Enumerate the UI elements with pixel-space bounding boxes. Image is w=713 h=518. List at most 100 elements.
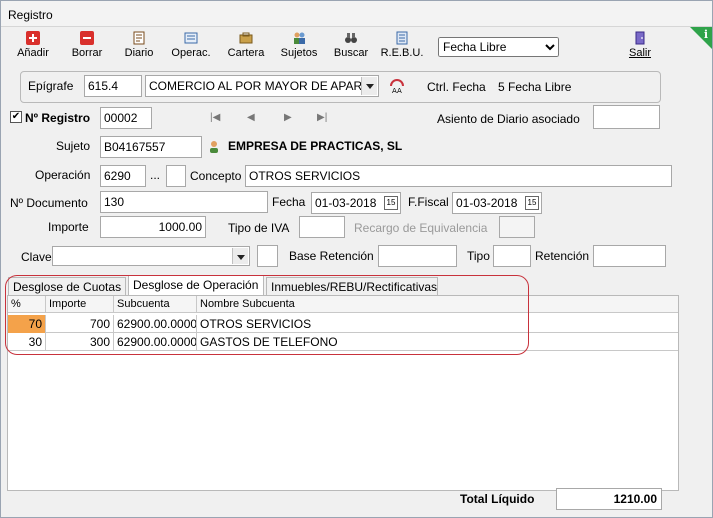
nav-prev-icon[interactable]: ◀ — [247, 112, 255, 123]
epigrafe-label: Epígrafe — [28, 79, 74, 93]
ffiscal-input[interactable]: 01-03-2018 15 — [452, 192, 542, 214]
rebu-button[interactable]: R.E.B.U. — [380, 31, 424, 65]
row-nombre-subcuenta[interactable]: GASTOS DE TELEFONO — [197, 333, 678, 351]
tab-desglose-cuotas[interactable]: Desglose de Cuotas — [8, 277, 126, 295]
desglose-grid: % Importe Subcuenta Nombre Subcuenta 70 … — [7, 295, 679, 491]
registro-window: Registro i Añadir Borrar Diario Operac. … — [0, 0, 713, 518]
anadir-label: Añadir — [17, 47, 49, 59]
asiento-input[interactable] — [593, 105, 660, 129]
tab-inmuebles-rebu[interactable]: Inmuebles/REBU/Rectificativas — [266, 277, 438, 295]
journal-icon — [133, 31, 145, 45]
tipo-input[interactable] — [493, 245, 531, 267]
tipo-iva-label: Tipo de IVA — [228, 221, 290, 235]
date-control-icon[interactable]: AA — [388, 77, 406, 95]
clave-combo[interactable] — [52, 246, 250, 266]
grid-header: % Importe Subcuenta Nombre Subcuenta — [8, 296, 678, 313]
delete-icon — [80, 31, 94, 45]
registro-input[interactable]: 00002 — [100, 107, 152, 129]
base-retencion-input[interactable] — [378, 245, 457, 267]
cartera-button[interactable]: Cartera — [226, 31, 266, 65]
salir-label: Salir — [628, 47, 651, 59]
importe-label: Importe — [48, 220, 89, 234]
buscar-button[interactable]: Buscar — [332, 31, 370, 65]
retencion-input[interactable] — [593, 245, 666, 267]
chevron-down-icon[interactable] — [361, 77, 377, 95]
svg-text:AA: AA — [392, 87, 402, 95]
exit-door-icon — [635, 31, 645, 45]
clave-extra-input[interactable] — [257, 245, 278, 267]
concepto-label: Concepto — [190, 169, 242, 183]
header-subcuenta[interactable]: Subcuenta — [114, 296, 197, 313]
epigrafe-code-input[interactable]: 615.4 — [84, 75, 142, 97]
epigrafe-description-value: COMERCIO AL POR MAYOR DE APARAT — [149, 79, 377, 93]
total-liquido-value: 1210.00 — [556, 488, 662, 510]
nav-last-icon[interactable]: ▶| — [317, 112, 327, 123]
fecha-value: 01-03-2018 — [315, 196, 377, 210]
person-icon[interactable] — [207, 140, 221, 154]
add-icon — [26, 31, 40, 45]
row-importe[interactable]: 300 — [46, 333, 114, 351]
people-icon — [294, 32, 305, 44]
anadir-button[interactable]: Añadir — [15, 31, 51, 65]
total-liquido-label: Total Líquido — [460, 492, 535, 506]
epigrafe-description-combo[interactable]: COMERCIO AL POR MAYOR DE APARAT — [145, 75, 379, 97]
retencion-label: Retención — [535, 249, 590, 263]
table-row[interactable]: 30 300 62900.00.00001 GASTOS DE TELEFONO — [8, 333, 678, 351]
ffiscal-value: 01-03-2018 — [456, 196, 518, 210]
row-percent[interactable]: 70 — [8, 315, 46, 333]
buscar-label: Buscar — [333, 47, 369, 59]
diario-button[interactable]: Diario — [121, 31, 157, 65]
chevron-down-icon[interactable] — [232, 248, 248, 264]
ffiscal-label: F.Fiscal — [408, 195, 449, 209]
table-row[interactable]: 70 700 62900.00.00000 OTROS SERVICIOS — [8, 315, 678, 333]
wallet-icon — [239, 32, 253, 44]
row-subcuenta[interactable]: 62900.00.00000 — [114, 315, 197, 333]
row-subcuenta[interactable]: 62900.00.00001 — [114, 333, 197, 351]
nav-first-icon[interactable]: |◀ — [210, 112, 220, 123]
sujeto-code-input[interactable]: B04167557 — [100, 136, 202, 158]
borrar-button[interactable]: Borrar — [69, 31, 105, 65]
operacion-input[interactable]: 6290 — [100, 165, 146, 187]
calendar-icon[interactable]: 15 — [384, 196, 398, 210]
fecha-input[interactable]: 01-03-2018 15 — [311, 192, 401, 214]
operacion-extra-input[interactable] — [166, 165, 186, 187]
operac-button[interactable]: Operac. — [171, 31, 211, 65]
registro-label: Nº Registro — [25, 111, 91, 125]
window-title: Registro — [8, 8, 53, 22]
ctrl-fecha-value: 5 Fecha Libre — [498, 80, 572, 94]
header-nombre-subcuenta[interactable]: Nombre Subcuenta — [197, 296, 678, 313]
header-percent[interactable]: % — [8, 296, 46, 313]
operac-label: Operac. — [171, 47, 211, 59]
rebu-label: R.E.B.U. — [380, 47, 424, 59]
operacion-label: Operación — [35, 168, 91, 182]
documento-label: Nº Documento — [10, 196, 88, 210]
header-importe[interactable]: Importe — [46, 296, 114, 313]
rebu-icon — [396, 31, 408, 45]
calendar-icon[interactable]: 15 — [525, 196, 539, 210]
ctrl-fecha-label: Ctrl. Fecha — [427, 80, 486, 94]
sujeto-name: EMPRESA DE PRACTICAS, SL — [228, 139, 403, 153]
row-importe[interactable]: 700 — [46, 315, 114, 333]
documento-input[interactable]: 130 — [100, 191, 268, 213]
salir-button[interactable]: Salir — [625, 31, 655, 65]
registro-checkbox[interactable]: ✔ — [10, 111, 22, 123]
borrar-label: Borrar — [71, 47, 103, 59]
row-nombre-subcuenta[interactable]: OTROS SERVICIOS — [197, 315, 678, 333]
row-percent[interactable]: 30 — [8, 333, 46, 351]
asiento-label: Asiento de Diario asociado — [437, 112, 580, 126]
nav-next-icon[interactable]: ▶ — [284, 112, 292, 123]
importe-input[interactable]: 1000.00 — [100, 216, 206, 238]
operacion-lookup-button[interactable]: ... — [150, 168, 160, 182]
fecha-label: Fecha — [272, 195, 306, 209]
date-mode-select[interactable]: Fecha Libre — [438, 37, 559, 57]
tipo-iva-input[interactable] — [299, 216, 345, 238]
tab-desglose-operacion[interactable]: Desglose de Operación — [128, 275, 264, 295]
recargo-input[interactable] — [499, 216, 535, 238]
recargo-label: Recargo de Equivalencia — [354, 221, 488, 235]
concepto-input[interactable]: OTROS SERVICIOS — [245, 165, 672, 187]
title-bar: Registro — [1, 1, 712, 27]
clave-label: Clave — [21, 250, 52, 264]
cartera-label: Cartera — [227, 47, 265, 59]
operations-icon — [184, 32, 198, 44]
sujetos-button[interactable]: Sujetos — [279, 31, 319, 65]
